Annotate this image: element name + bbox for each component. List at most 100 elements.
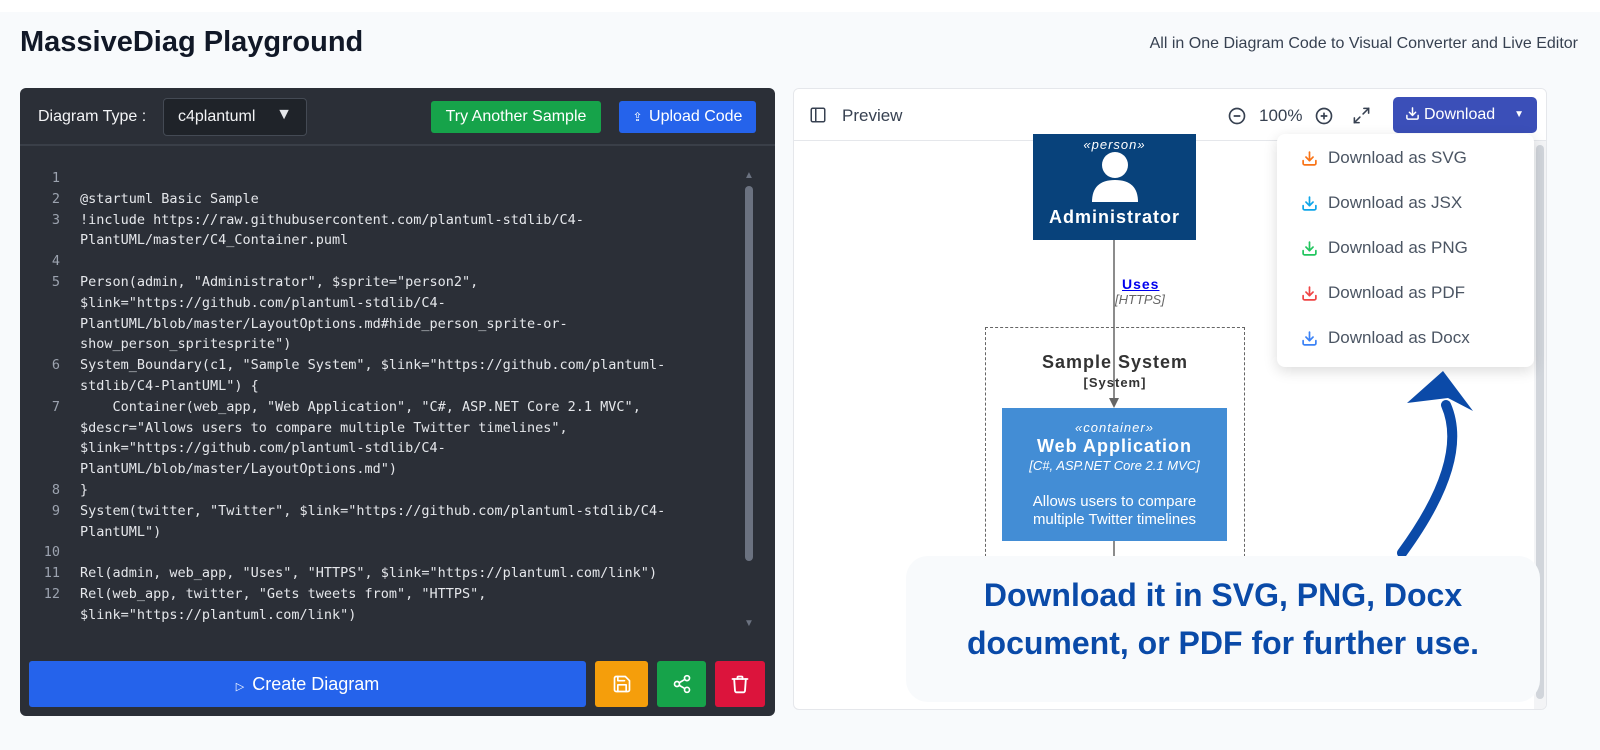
line-number: 3 (51, 211, 60, 228)
line-number: 10 (43, 544, 60, 561)
line-number: 11 (43, 565, 60, 582)
download-icon (1302, 330, 1317, 346)
code-line-text: Rel(admin, web_app, "Uses", "HTTPS", $li… (80, 565, 658, 582)
download-option-label: Download as SVG (1328, 148, 1467, 167)
code-line-text: System(twitter, "Twitter", $link="https:… (80, 502, 666, 540)
sidebar-toggle-icon[interactable] (809, 106, 827, 124)
code-editor-panel: Diagram Type : c4plantuml ▼ Try Another … (20, 88, 775, 716)
create-diagram-label: Create Diagram (252, 674, 380, 694)
line-number: 6 (51, 357, 60, 374)
line-number: 5 (51, 273, 60, 290)
download-icon (1406, 107, 1419, 120)
download-icon (1302, 195, 1317, 211)
download-option-png[interactable]: Download as PNG (1301, 238, 1468, 258)
download-icon (1302, 285, 1317, 301)
delete-button[interactable] (715, 661, 765, 707)
dropdown-arrow-icon: ▼ (276, 106, 292, 123)
try-another-sample-label: Try Another Sample (445, 108, 587, 125)
container-name: Web Application (1036, 436, 1192, 456)
container-technology: [C#, ASP.NET Core 2.1 MVC] (1029, 458, 1200, 473)
preview-label: Preview (842, 106, 903, 125)
upload-code-label: Upload Code (649, 108, 743, 125)
upload-icon: ⇪ (632, 110, 643, 124)
line-number: 4 (51, 253, 60, 270)
editor-scrollbar[interactable]: ▲ ▼ (744, 170, 754, 630)
code-line-text: Person(admin, "Administrator", $sprite="… (80, 273, 568, 353)
download-option-svg[interactable]: Download as SVG (1301, 148, 1467, 168)
diagram-type-label: Diagram Type : (38, 108, 147, 125)
code-line: 8} (20, 480, 740, 501)
code-line: 9 System(twitter, "Twitter", $link="https… (20, 501, 740, 543)
line-number: 9 (51, 502, 60, 519)
container-description: Allows users to compare multiple Twitter… (1032, 493, 1197, 528)
download-option-pdf[interactable]: Download as PDF (1301, 283, 1465, 303)
code-line: 4 (20, 251, 740, 272)
line-number: 2 (51, 190, 60, 207)
editor-toolbar: Diagram Type : c4plantuml ▼ Try Another … (20, 88, 775, 146)
scroll-up-icon[interactable]: ▲ (744, 170, 754, 181)
download-dropdown-menu: Download as SVG Download as JSX Download a… (1277, 134, 1534, 367)
share-icon (673, 674, 690, 694)
relationship-label[interactable]: Uses (1122, 276, 1159, 292)
container-stereotype: «container» (1075, 420, 1154, 435)
code-line: 11 Rel(admin, web_app, "Uses", "HTTPS", $… (20, 563, 740, 584)
code-line: 1 (20, 168, 740, 189)
download-option-label: Download as PNG (1328, 238, 1468, 257)
download-option-jsx[interactable]: Download as JSX (1301, 193, 1462, 213)
create-diagram-button[interactable]: ▷ Create Diagram (29, 661, 586, 707)
code-line: 7 Container(web_app, "Web Application", … (20, 397, 740, 480)
zoom-in-icon[interactable] (1314, 106, 1334, 126)
code-line-text: !include https://raw.githubusercontent.c… (80, 211, 584, 249)
system-boundary-name: Sample System (1041, 352, 1189, 372)
play-icon: ▷ (235, 681, 245, 693)
person-icon (1092, 152, 1138, 202)
callout-text: Download it in SVG, PNG, Docx document, … (906, 571, 1540, 667)
save-icon (613, 675, 630, 693)
person-node-administrator[interactable]: «person» Administrator (1033, 134, 1196, 240)
save-button[interactable] (595, 661, 648, 707)
diagram-type-select[interactable]: c4plantuml ▼ (163, 98, 307, 136)
try-another-sample-button[interactable]: Try Another Sample (431, 101, 601, 133)
line-number: 1 (51, 170, 60, 186)
code-line-text: } (80, 481, 89, 498)
code-textarea[interactable]: 1 2 @startuml Basic Sample 3 !include https:… (20, 168, 740, 648)
fullscreen-icon[interactable] (1352, 106, 1371, 125)
download-option-label: Download as Docx (1328, 328, 1470, 347)
line-number: 12 (43, 585, 60, 602)
code-line: 2 @startuml Basic Sample (20, 189, 740, 210)
code-line-text: Rel(web_app, twitter, "Gets tweets from"… (80, 585, 487, 623)
download-option-label: Download as PDF (1328, 283, 1466, 302)
diagram-type-value: c4plantuml (178, 108, 256, 125)
code-line: 3 !include https://raw.githubusercontent.… (20, 210, 740, 252)
callout-banner: Download it in SVG, PNG, Docx document, … (906, 556, 1540, 702)
share-button[interactable] (657, 661, 706, 707)
code-line-text: Container(web_app, "Web Application", "C… (80, 398, 641, 478)
system-boundary-type: [System] (1083, 375, 1147, 390)
download-option-docx[interactable]: Download as Docx (1301, 328, 1470, 348)
code-line: 12 Rel(web_app, twitter, "Gets tweets fro… (20, 584, 740, 626)
zoom-out-icon[interactable] (1227, 106, 1247, 126)
code-line-text: @startuml Basic Sample (80, 190, 259, 207)
page-title: MassiveDiag Playground (20, 26, 364, 58)
person-name: Administrator (1048, 207, 1180, 227)
scroll-down-icon[interactable]: ▼ (744, 618, 754, 629)
trash-icon (731, 675, 749, 694)
code-line: 5 Person(admin, "Administrator", $sprite=… (20, 272, 740, 355)
download-icon (1302, 240, 1317, 256)
line-number: 7 (51, 398, 60, 415)
callout-line-2: document, or PDF for further use. (966, 625, 1480, 661)
scrollbar-thumb[interactable] (745, 186, 753, 561)
code-line-text: System_Boundary(c1, "Sample System", $li… (80, 357, 666, 394)
download-button[interactable]: Download ▼ (1393, 97, 1537, 133)
container-node-web-app[interactable]: «container» Web Application [C#, ASP.NET… (1002, 408, 1227, 541)
download-option-label: Download as JSX (1328, 193, 1463, 212)
download-label: Download (1424, 106, 1496, 123)
upload-code-button[interactable]: ⇪ Upload Code (619, 101, 756, 133)
code-line: 6 System_Boundary(c1, "Sample System", $l… (20, 355, 740, 397)
relationship-technology: [HTTPS] (1115, 292, 1165, 307)
chevron-down-icon: ▼ (1514, 109, 1524, 120)
download-icon (1302, 150, 1317, 166)
line-number: 8 (51, 481, 60, 498)
